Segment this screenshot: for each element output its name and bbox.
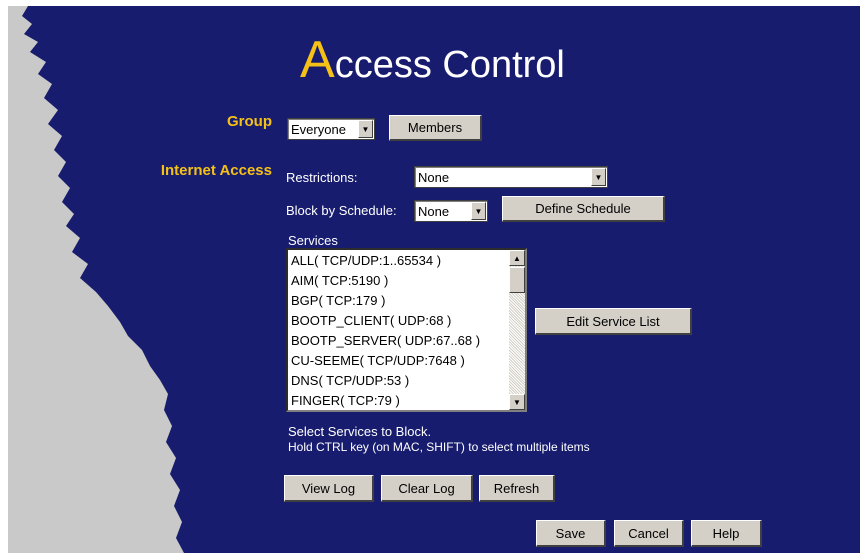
refresh-button[interactable]: Refresh bbox=[479, 475, 555, 502]
schedule-select[interactable]: None ▼ bbox=[414, 200, 488, 222]
help-button[interactable]: Help bbox=[691, 520, 762, 547]
scroll-thumb[interactable] bbox=[509, 267, 525, 293]
services-label: Services bbox=[288, 233, 338, 248]
members-button[interactable]: Members bbox=[389, 115, 482, 141]
service-option[interactable]: BOOTP_CLIENT( UDP:68 ) bbox=[288, 311, 508, 331]
page: Access Control Group Everyone ▼ Members … bbox=[0, 0, 865, 559]
page-title: Access Control bbox=[300, 34, 565, 89]
service-option[interactable]: CU-SEEME( TCP/UDP:7648 ) bbox=[288, 351, 508, 371]
chevron-down-icon: ▼ bbox=[358, 120, 373, 138]
scroll-down-arrow-icon[interactable]: ▼ bbox=[509, 394, 525, 410]
restrictions-select-value: None bbox=[418, 169, 450, 185]
group-select-value: Everyone bbox=[291, 121, 346, 137]
title-initial: A bbox=[300, 31, 335, 89]
define-schedule-button[interactable]: Define Schedule bbox=[502, 196, 665, 222]
service-option[interactable]: ALL( TCP/UDP:1..65534 ) bbox=[288, 251, 508, 271]
service-option[interactable]: DNS( TCP/UDP:53 ) bbox=[288, 371, 508, 391]
group-select[interactable]: Everyone ▼ bbox=[287, 118, 375, 140]
hint-multi-select: Hold CTRL key (on MAC, SHIFT) to select … bbox=[288, 440, 590, 454]
service-option[interactable]: AIM( TCP:5190 ) bbox=[288, 271, 508, 291]
service-option[interactable]: FINGER( TCP:79 ) bbox=[288, 391, 508, 411]
internet-access-label: Internet Access bbox=[160, 162, 272, 179]
cancel-button[interactable]: Cancel bbox=[614, 520, 684, 547]
block-by-schedule-label: Block by Schedule: bbox=[286, 203, 397, 218]
service-option[interactable]: BGP( TCP:179 ) bbox=[288, 291, 508, 311]
hint-select-services: Select Services to Block. bbox=[288, 424, 432, 439]
title-rest: ccess Control bbox=[334, 44, 565, 86]
save-button[interactable]: Save bbox=[536, 520, 606, 547]
schedule-select-value: None bbox=[418, 203, 450, 219]
service-option[interactable]: BOOTP_SERVER( UDP:67..68 ) bbox=[288, 331, 508, 351]
chevron-down-icon: ▼ bbox=[591, 168, 606, 186]
edit-service-list-button[interactable]: Edit Service List bbox=[535, 308, 692, 335]
view-log-button[interactable]: View Log bbox=[284, 475, 374, 502]
scroll-up-arrow-icon[interactable]: ▲ bbox=[509, 250, 525, 266]
chevron-down-icon: ▼ bbox=[471, 202, 486, 220]
torn-edge-decoration bbox=[8, 6, 184, 553]
restrictions-label: Restrictions: bbox=[286, 170, 358, 185]
group-label: Group bbox=[227, 113, 272, 130]
services-listbox[interactable]: ALL( TCP/UDP:1..65534 ) AIM( TCP:5190 ) BG… bbox=[286, 248, 527, 412]
services-list: ALL( TCP/UDP:1..65534 ) AIM( TCP:5190 ) BG… bbox=[288, 251, 508, 411]
clear-log-button[interactable]: Clear Log bbox=[381, 475, 473, 502]
services-scrollbar[interactable]: ▲ ▼ bbox=[509, 250, 525, 410]
restrictions-select[interactable]: None ▼ bbox=[414, 166, 608, 188]
